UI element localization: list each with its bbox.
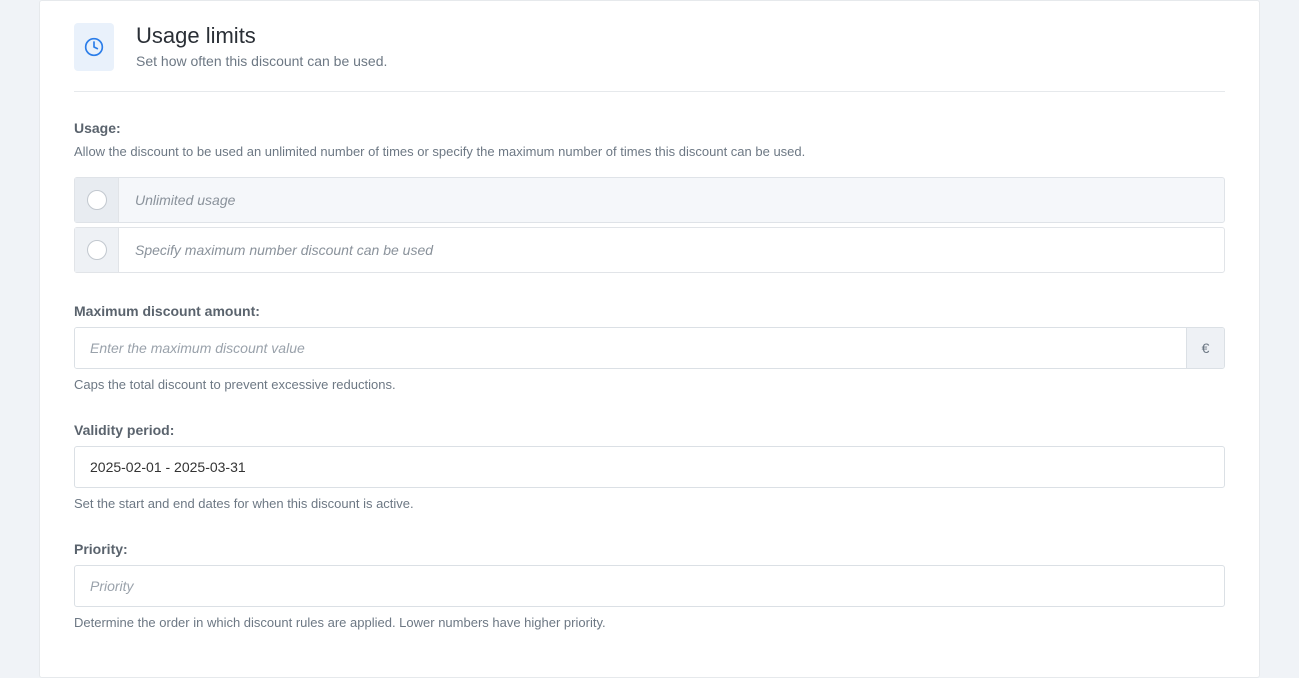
- priority-input[interactable]: [74, 565, 1225, 607]
- validity-help: Set the start and end dates for when thi…: [74, 496, 1225, 511]
- clock-icon: [74, 23, 114, 71]
- usage-limits-card: Usage limits Set how often this discount…: [39, 0, 1260, 678]
- validity-label: Validity period:: [74, 422, 1225, 438]
- radio-circle-icon: [87, 190, 107, 210]
- max-amount-input[interactable]: [75, 328, 1186, 368]
- section-header: Usage limits Set how often this discount…: [74, 1, 1225, 71]
- usage-radio-unlimited[interactable]: Unlimited usage: [74, 177, 1225, 223]
- divider: [74, 91, 1225, 92]
- priority-field: Priority: Determine the order in which d…: [74, 541, 1225, 630]
- priority-label: Priority:: [74, 541, 1225, 557]
- priority-help: Determine the order in which discount ru…: [74, 615, 1225, 630]
- radio-label-specify: Specify maximum number discount can be u…: [119, 242, 433, 258]
- usage-label: Usage:: [74, 120, 1225, 136]
- validity-input[interactable]: [74, 446, 1225, 488]
- radio-circle-icon: [87, 240, 107, 260]
- usage-field: Usage: Allow the discount to be used an …: [74, 120, 1225, 273]
- radio-cell: [75, 178, 119, 222]
- max-amount-input-group: €: [74, 327, 1225, 369]
- currency-suffix: €: [1186, 328, 1224, 368]
- max-amount-help: Caps the total discount to prevent exces…: [74, 377, 1225, 392]
- max-amount-field: Maximum discount amount: € Caps the tota…: [74, 303, 1225, 392]
- usage-desc: Allow the discount to be used an unlimit…: [74, 144, 1225, 159]
- max-amount-label: Maximum discount amount:: [74, 303, 1225, 319]
- section-title: Usage limits: [136, 23, 387, 49]
- page: Usage limits Set how often this discount…: [0, 0, 1299, 678]
- section-subtitle: Set how often this discount can be used.: [136, 53, 387, 69]
- validity-field: Validity period: Set the start and end d…: [74, 422, 1225, 511]
- usage-radio-specify[interactable]: Specify maximum number discount can be u…: [74, 227, 1225, 273]
- radio-label-unlimited: Unlimited usage: [119, 192, 235, 208]
- section-titles: Usage limits Set how often this discount…: [136, 23, 387, 69]
- radio-cell: [75, 228, 119, 272]
